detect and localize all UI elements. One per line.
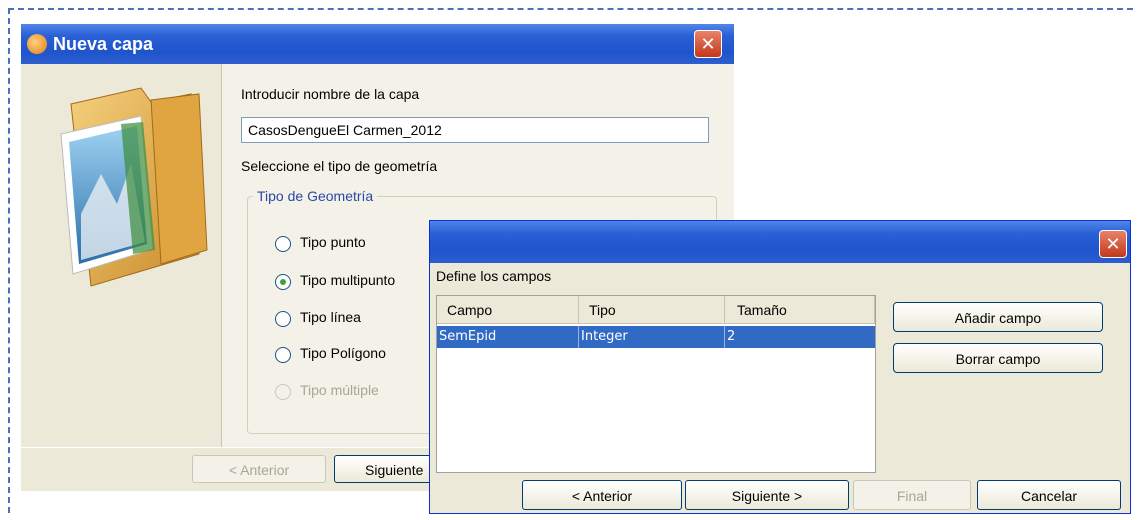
- layer-name-label: Introducir nombre de la capa: [241, 86, 420, 102]
- column-header-campo[interactable]: Campo: [437, 296, 579, 324]
- folder-image-icon: [60, 87, 208, 287]
- add-field-button[interactable]: Añadir campo: [893, 302, 1103, 332]
- cell-tamano[interactable]: 2: [725, 326, 875, 348]
- option-polygon-label[interactable]: Tipo Polígono: [300, 345, 386, 361]
- define-fields-label: Define los campos: [436, 268, 552, 284]
- radio-multiple: [275, 384, 291, 400]
- back-button-2[interactable]: < Anterior: [522, 480, 682, 510]
- radio-multipoint[interactable]: [275, 274, 291, 290]
- cell-campo[interactable]: SemEpid: [437, 326, 579, 348]
- option-point-label[interactable]: Tipo punto: [300, 234, 366, 250]
- option-multipoint-label[interactable]: Tipo multipunto: [300, 272, 395, 288]
- radio-line[interactable]: [275, 311, 291, 327]
- layer-name-input[interactable]: [241, 117, 709, 143]
- close-icon[interactable]: ✕: [1099, 230, 1127, 258]
- column-header-tamano[interactable]: Tamaño: [725, 296, 875, 324]
- cancel-button[interactable]: Cancelar: [977, 480, 1121, 510]
- define-fields-dialog: ✕ Define los campos Campo Tipo Tamaño Se…: [429, 220, 1131, 514]
- title-bar: Nueva capa ✕: [21, 24, 734, 64]
- geometry-group-title: Tipo de Geometría: [253, 188, 378, 204]
- geometry-label: Seleccione el tipo de geometría: [241, 158, 438, 174]
- next-button-2[interactable]: Siguiente >: [685, 480, 849, 510]
- dashed-frame-top: [8, 8, 1133, 10]
- fields-table[interactable]: Campo Tipo Tamaño SemEpid Integer 2: [436, 295, 876, 473]
- cell-tipo[interactable]: Integer: [579, 326, 725, 348]
- column-header-tipo[interactable]: Tipo: [579, 296, 725, 324]
- close-icon[interactable]: ✕: [694, 30, 722, 58]
- finish-button: Final: [853, 480, 971, 510]
- option-multiple-label: Tipo múltiple: [300, 382, 379, 398]
- radio-polygon[interactable]: [275, 347, 291, 363]
- dialog-title: Nueva capa: [53, 34, 154, 54]
- title-bar-2: ✕: [430, 221, 1130, 263]
- wizard-image-panel: [21, 64, 222, 447]
- app-icon: [27, 34, 47, 54]
- option-line-label[interactable]: Tipo línea: [300, 309, 361, 325]
- dashed-frame-left: [8, 8, 10, 513]
- back-button: < Anterior: [192, 455, 326, 483]
- radio-point[interactable]: [275, 236, 291, 252]
- delete-field-button[interactable]: Borrar campo: [893, 343, 1103, 373]
